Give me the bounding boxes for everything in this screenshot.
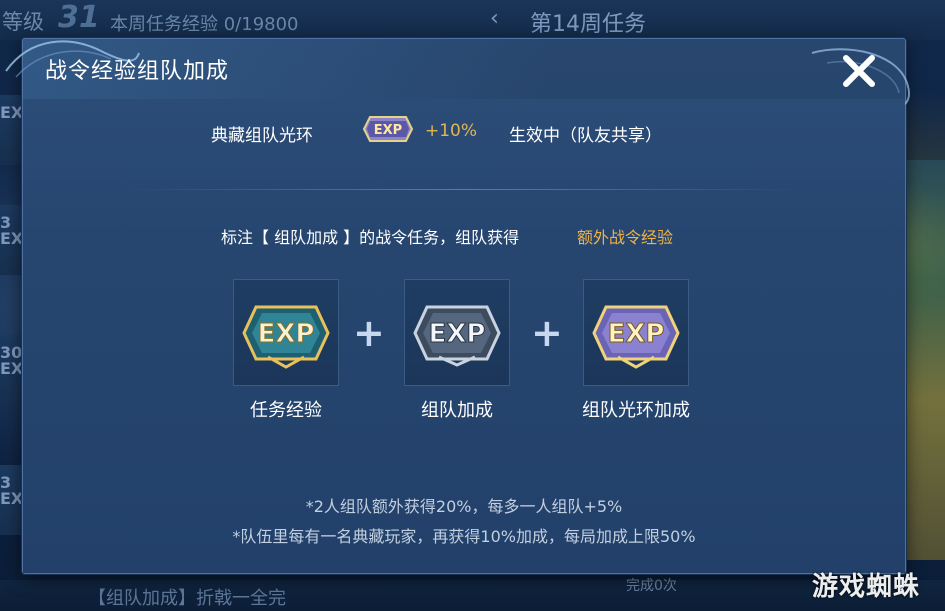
side-card[interactable]: 3 EX bbox=[0, 205, 23, 275]
aura-name: 典藏组队光环 bbox=[211, 126, 313, 146]
team-bonus-label: 组队加成 bbox=[421, 400, 493, 421]
team-bonus-box: EXP bbox=[404, 279, 510, 386]
task-name: 【组队加成】折戟一全完 bbox=[88, 588, 286, 609]
background-header: 等级 31 本周任务经验 0/19800 ‹ 第14周任务 bbox=[0, 0, 945, 40]
aura-status: 生效中（队友共享） bbox=[509, 126, 662, 146]
dialog-body: 典藏组队光环 EXP +10% 生效中（队友共享） 标注【 组队加成 】的战令任… bbox=[23, 99, 905, 573]
task-exp-label: 任务经验 bbox=[250, 400, 322, 421]
level-value: 31 bbox=[58, 0, 100, 35]
team-bonus-dialog: 战令经验组队加成 典藏组队光环 EXP +10% 生效中（队友共享） 标注【 组… bbox=[5, 38, 910, 574]
exp-purple-icon: EXP bbox=[592, 305, 680, 369]
side-card[interactable]: 30 EX bbox=[0, 335, 23, 405]
chevron-left-icon[interactable]: ‹ bbox=[490, 6, 499, 31]
svg-text:EXP: EXP bbox=[429, 319, 486, 349]
side-card[interactable]: EX bbox=[0, 95, 23, 165]
description-highlight: 额外战令经验 bbox=[577, 228, 674, 247]
description-text: 标注【 组队加成 】的战令任务，组队获得 bbox=[221, 228, 520, 247]
task-count: 完成0次 bbox=[626, 578, 677, 594]
note-line: *队伍里每有一名典藏玩家，再获得10%加成，每局加成上限50% bbox=[232, 527, 696, 546]
close-button[interactable] bbox=[837, 49, 881, 93]
note-line: *2人组队额外获得20%，每多一人组队+5% bbox=[305, 497, 623, 516]
aura-bonus-label: 组队光环加成 bbox=[582, 400, 690, 421]
watermark-logo: 游戏蜘蛛 bbox=[812, 572, 921, 602]
aura-bonus: +10% bbox=[425, 121, 478, 141]
plus-symbol: + bbox=[531, 311, 563, 355]
aura-status-row: 典藏组队光环 EXP +10% 生效中（队友共享） bbox=[23, 97, 905, 146]
background-character bbox=[905, 160, 945, 560]
dialog-title: 战令经验组队加成 bbox=[45, 59, 230, 84]
week-title: 第14周任务 bbox=[530, 12, 646, 37]
exp-silver-icon: EXP bbox=[413, 305, 501, 367]
svg-text:EXP: EXP bbox=[374, 123, 402, 138]
plus-symbol: + bbox=[353, 311, 385, 355]
side-card[interactable]: 3 EX bbox=[0, 465, 23, 535]
section-divider bbox=[123, 189, 803, 190]
task-exp-box: EXP bbox=[233, 279, 339, 386]
svg-text:EXP: EXP bbox=[258, 319, 315, 349]
close-icon bbox=[843, 55, 875, 87]
aura-bonus-box: EXP bbox=[583, 279, 689, 386]
svg-text:EXP: EXP bbox=[608, 319, 665, 349]
exp-gold-icon: EXP bbox=[242, 305, 330, 369]
exp-badge-icon: EXP bbox=[360, 111, 416, 151]
